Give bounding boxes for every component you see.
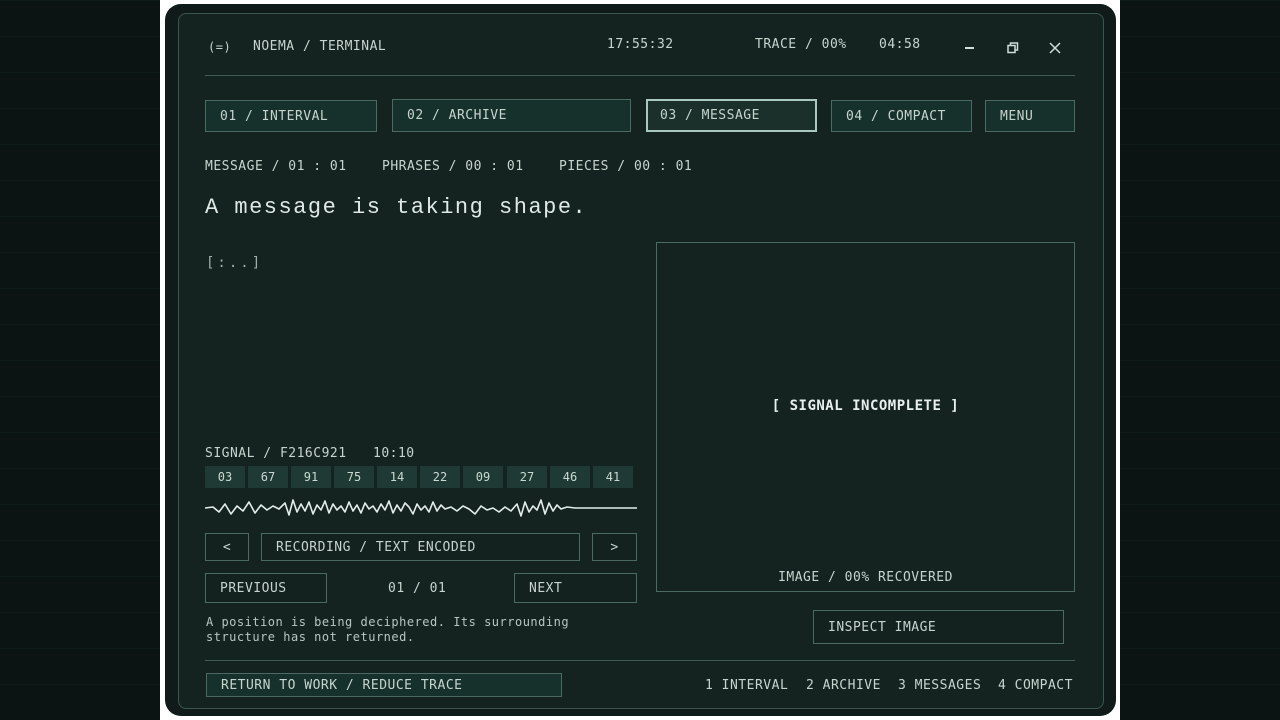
message-fragment: [:..] [206,255,264,271]
shortcut-archive[interactable]: 2 ARCHIVE [806,678,881,693]
close-button[interactable] [1044,38,1066,58]
inspect-image-button[interactable]: INSPECT IMAGE [813,610,1064,644]
signal-code: 14 [377,466,417,488]
clock: 17:55:32 [607,37,674,52]
next-button[interactable]: NEXT [514,573,637,603]
shortcut-interval[interactable]: 1 INTERVAL [705,678,788,693]
previous-button[interactable]: PREVIOUS [205,573,327,603]
status-note-line: A position is being deciphered. Its surr… [206,615,570,629]
trace-level: TRACE / 00% [755,37,847,52]
tab-archive[interactable]: 02 / ARCHIVE [392,99,631,132]
phrases-counter: PHRASES / 00 : 01 [382,159,524,174]
page-title: A message is taking shape. [205,195,588,220]
tab-message[interactable]: 03 / MESSAGE [646,99,817,132]
window-title: NOEMA / TERMINAL [253,39,387,54]
recording-prev-button[interactable]: < [205,533,249,561]
terminal-badge: (=) [208,40,232,54]
signal-waveform [205,499,637,517]
signal-code: 67 [248,466,288,488]
pieces-counter: PIECES / 00 : 01 [559,159,693,174]
signal-id: SIGNAL / F216C921 [205,446,347,461]
menu-button[interactable]: MENU [985,100,1075,132]
signal-code: 27 [507,466,547,488]
page-indicator: 01 / 01 [388,581,447,596]
signal-status: [ SIGNAL INCOMPLETE ] [771,398,960,414]
footer-divider [205,660,1075,661]
signal-code: 22 [420,466,460,488]
image-recovery-status: IMAGE / 00% RECOVERED [778,570,953,585]
signal-code: 75 [334,466,374,488]
shortcut-messages[interactable]: 3 MESSAGES [898,678,981,693]
restore-button[interactable] [1002,38,1024,58]
signal-code: 91 [291,466,331,488]
tab-interval[interactable]: 01 / INTERVAL [205,100,377,132]
return-to-work-button[interactable]: RETURN TO WORK / REDUCE TRACE [206,673,562,697]
chevron-right-icon: > [610,539,619,555]
image-panel [656,242,1075,592]
shortcut-compact[interactable]: 4 COMPACT [998,678,1073,693]
signal-code: 03 [205,466,245,488]
recording-next-button[interactable]: > [592,533,637,561]
signal-code: 09 [463,466,503,488]
header-divider [205,75,1075,76]
signal-code: 46 [550,466,590,488]
close-icon [1049,42,1061,54]
recording-label: RECORDING / TEXT ENCODED [261,533,580,561]
signal-time: 10:10 [373,446,415,461]
tab-compact[interactable]: 04 / COMPACT [831,100,972,132]
signal-code: 41 [593,466,633,488]
countdown-timer: 04:58 [879,37,921,52]
message-counter: MESSAGE / 01 : 01 [205,159,347,174]
restore-icon [1007,42,1019,54]
minimize-button[interactable] [958,38,980,58]
minimize-icon [964,47,974,49]
chevron-left-icon: < [222,539,232,555]
status-note-line: structure has not returned. [206,630,415,644]
